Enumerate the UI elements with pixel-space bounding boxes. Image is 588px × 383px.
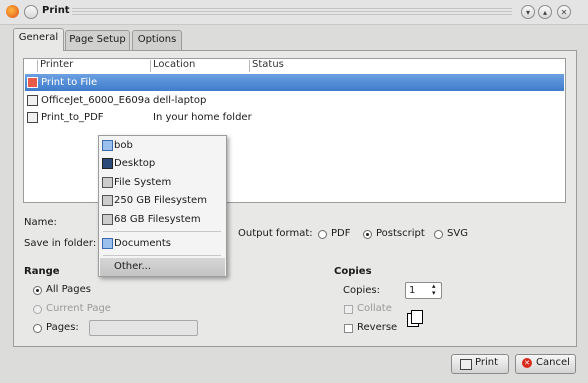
maximize-button[interactable]: ▴ <box>538 5 552 19</box>
column-separator <box>249 60 250 72</box>
column-location[interactable]: Location <box>153 59 195 73</box>
range-all-pages-radio[interactable] <box>33 286 42 295</box>
menu-item-label: Documents <box>114 238 172 249</box>
printer-row-print-to-file[interactable] <box>25 74 564 91</box>
printer-location: In your home folder <box>153 112 252 123</box>
menu-item-label: File System <box>114 177 172 188</box>
format-postscript-label[interactable]: Postscript <box>376 228 425 239</box>
app-icon <box>6 5 19 18</box>
range-heading: Range <box>24 266 60 277</box>
printer-row-print-to-pdf[interactable] <box>25 109 564 126</box>
home-folder-icon <box>102 140 113 151</box>
range-all-pages-label[interactable]: All Pages <box>46 284 91 295</box>
menu-separator <box>103 231 221 232</box>
column-printer[interactable]: Printer <box>40 59 73 73</box>
page-range-input[interactable] <box>89 320 198 336</box>
tab-page-setup[interactable]: Page Setup <box>65 30 130 50</box>
print-button-label: Print <box>475 357 499 368</box>
drive-icon <box>102 214 113 225</box>
range-pages-radio[interactable] <box>33 324 42 333</box>
collate-checkbox[interactable] <box>344 305 353 314</box>
printer-name: Print_to_PDF <box>41 112 104 123</box>
printer-name: OfficeJet_6000_E609a <box>41 95 151 106</box>
column-status[interactable]: Status <box>252 59 284 73</box>
title-drag-area[interactable] <box>72 8 512 17</box>
menu-separator <box>103 255 221 256</box>
desktop-icon <box>102 158 113 169</box>
print-to-file-icon <box>27 77 38 88</box>
cancel-button-label: Cancel <box>536 357 570 368</box>
printer-location: dell-laptop <box>153 95 207 106</box>
tab-options[interactable]: Options <box>132 30 182 50</box>
printer-icon <box>460 359 472 370</box>
printer-icon <box>27 95 38 106</box>
printer-icon <box>27 112 38 123</box>
drive-icon <box>102 195 113 206</box>
copies-label: Copies: <box>343 285 380 296</box>
collate-preview-icon-back <box>411 310 423 324</box>
range-pages-label[interactable]: Pages: <box>46 322 79 333</box>
menu-item-label: bob <box>114 140 133 151</box>
folder-icon <box>102 238 113 249</box>
format-pdf-radio[interactable] <box>318 230 327 239</box>
copies-value: 1 <box>409 285 416 296</box>
name-label: Name: <box>24 217 57 228</box>
save-in-folder-label: Save in folder: <box>24 238 97 249</box>
spinner-arrows-icon[interactable]: ▴ ▾ <box>432 283 436 297</box>
cancel-icon: ✕ <box>522 358 532 368</box>
collate-label[interactable]: Collate <box>357 303 392 314</box>
column-separator <box>37 60 38 72</box>
menu-item-label: 68 GB Filesystem <box>114 214 201 225</box>
format-svg-radio[interactable] <box>434 230 443 239</box>
column-separator <box>150 60 151 72</box>
minimize-button[interactable]: ▾ <box>521 5 535 19</box>
drive-icon <box>102 177 113 188</box>
window-menu-button[interactable] <box>24 5 38 19</box>
window-title: Print <box>42 5 70 16</box>
range-current-page-label[interactable]: Current Page <box>46 303 111 314</box>
menu-item-label: Other... <box>114 261 152 272</box>
range-current-page-radio[interactable] <box>33 305 42 314</box>
menu-item-label: Desktop <box>114 158 156 169</box>
reverse-label[interactable]: Reverse <box>357 322 397 333</box>
printer-name: Print to File <box>41 77 98 88</box>
copies-heading: Copies <box>334 266 372 277</box>
reverse-checkbox[interactable] <box>344 324 353 333</box>
menu-item-label: 250 GB Filesystem <box>114 195 207 206</box>
output-format-label: Output format: <box>238 228 313 239</box>
format-pdf-label[interactable]: PDF <box>331 228 350 239</box>
format-svg-label[interactable]: SVG <box>447 228 468 239</box>
close-button[interactable]: ✕ <box>557 5 571 19</box>
tab-general[interactable]: General <box>13 28 64 51</box>
format-postscript-radio[interactable] <box>363 230 372 239</box>
